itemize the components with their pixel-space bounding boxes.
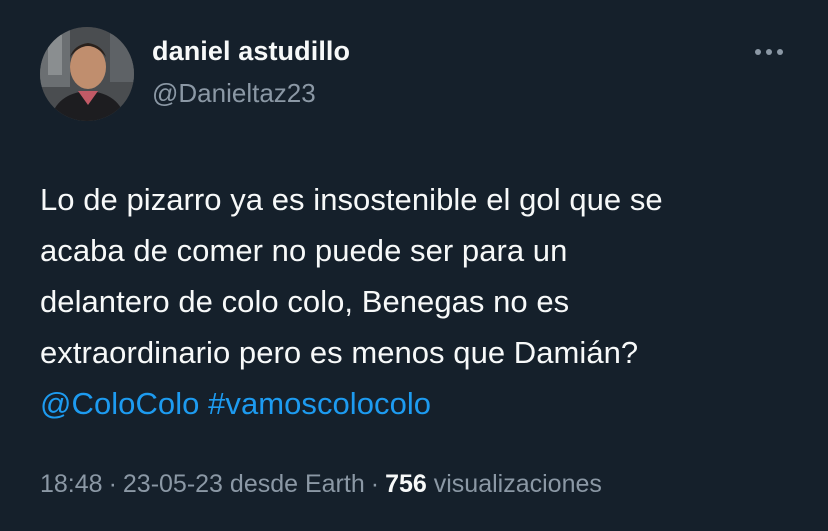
tweet-source: desde Earth: [229, 470, 365, 498]
tweet-text-line: delantero de colo colo, Benegas no es: [40, 284, 570, 319]
tweet-time[interactable]: 18:48: [40, 470, 103, 498]
views-count: 756: [385, 470, 427, 498]
hashtag-link[interactable]: #vamoscolocolo: [208, 386, 431, 421]
tweet-text: Lo de pizarro ya es insostenible el gol …: [40, 174, 800, 429]
avatar-photo: [40, 27, 134, 121]
tweet-text-line: Lo de pizarro ya es insostenible el gol …: [40, 182, 663, 217]
tweet-text-line: extraordinario pero es menos que Damián?: [40, 335, 639, 370]
tweet-text-line: acaba de comer no puede ser para un: [40, 233, 568, 268]
avatar[interactable]: [40, 27, 134, 121]
tweet-tags-line: @ColoColo #vamoscolocolo: [40, 378, 800, 429]
views-label: visualizaciones: [433, 470, 602, 498]
tweet-date[interactable]: 23-05-23: [123, 470, 223, 498]
separator: ·: [370, 470, 380, 498]
tweet-meta: 18:48 · 23-05-23 desde Earth · 756 visualiza…: [40, 470, 602, 499]
separator: ·: [108, 470, 117, 498]
mention-link[interactable]: @ColoColo: [40, 386, 199, 421]
more-horizontal-icon: [755, 49, 783, 55]
tweet-card: daniel astudillo @Danieltaz23 Lo de piza…: [0, 0, 828, 531]
user-handle[interactable]: @Danieltaz23: [152, 78, 316, 109]
more-options-button[interactable]: [750, 40, 788, 64]
display-name[interactable]: daniel astudillo: [152, 36, 350, 67]
